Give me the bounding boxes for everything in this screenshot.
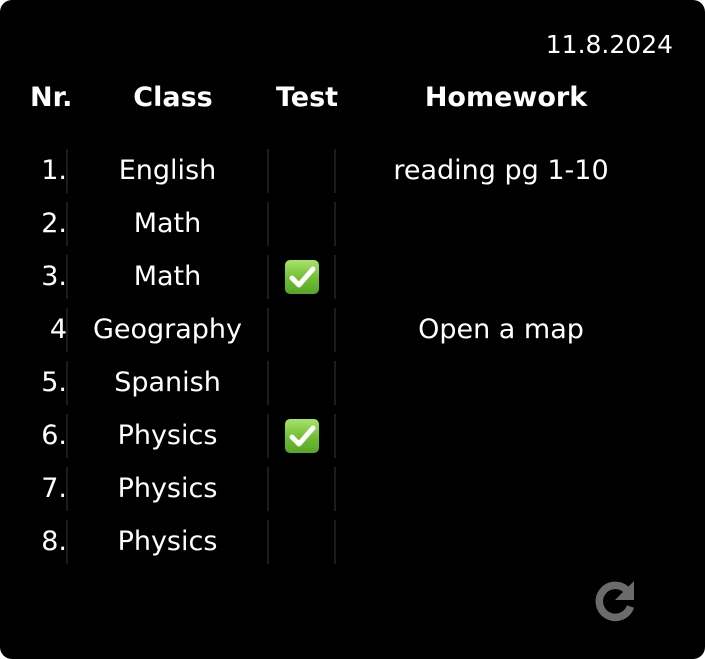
class-name: Math <box>133 208 202 239</box>
homework-text <box>336 522 666 562</box>
row-number: 7. <box>41 473 67 504</box>
timetable-rows: 1. English reading pg 1-10 2. Math 3. Ma… <box>0 145 705 569</box>
homework-text: reading pg 1-10 <box>393 155 609 186</box>
test-cell[interactable] <box>268 363 335 403</box>
column-header-test: Test <box>275 82 339 113</box>
check-mark-icon <box>284 260 319 294</box>
check-mark-icon <box>284 419 319 453</box>
table-row[interactable]: 1. English reading pg 1-10 <box>0 145 705 198</box>
table-row[interactable]: 2. Math <box>0 198 705 251</box>
homework-text <box>336 204 666 244</box>
homework-text <box>336 363 666 403</box>
test-cell[interactable] <box>268 469 335 509</box>
row-number: 1. <box>41 155 67 186</box>
test-cell[interactable] <box>268 522 335 562</box>
column-header-class: Class <box>133 82 213 113</box>
timetable-widget: 11.8.2024 Nr. Class Test Homework 1. Eng… <box>0 0 705 659</box>
class-name: English <box>118 155 217 186</box>
row-number: 8. <box>41 526 67 557</box>
class-name: Physics <box>117 420 218 451</box>
row-number: 4 <box>49 314 67 345</box>
table-row[interactable]: 8. Physics <box>0 516 705 569</box>
column-header-homework: Homework <box>424 82 588 113</box>
row-number: 6. <box>41 420 67 451</box>
row-number: 3. <box>41 261 67 292</box>
class-name: Physics <box>117 473 218 504</box>
test-cell[interactable] <box>268 204 335 244</box>
column-header-nr: Nr. <box>30 82 73 113</box>
date-label: 11.8.2024 <box>545 30 673 59</box>
homework-text <box>336 257 666 297</box>
row-number: 2. <box>41 208 67 239</box>
table-row[interactable]: 3. Math <box>0 251 705 304</box>
test-cell[interactable] <box>268 416 335 456</box>
table-row[interactable]: 7. Physics <box>0 463 705 516</box>
homework-text <box>336 469 666 509</box>
homework-text <box>336 416 666 456</box>
row-number: 5. <box>41 367 67 398</box>
test-cell[interactable] <box>268 151 335 191</box>
class-name: Math <box>133 261 202 292</box>
class-name: Spanish <box>114 367 221 398</box>
test-cell[interactable] <box>268 257 335 297</box>
class-name: Geography <box>92 314 243 345</box>
refresh-icon[interactable] <box>588 574 644 630</box>
test-cell[interactable] <box>268 310 335 350</box>
class-name: Physics <box>117 526 218 557</box>
table-row[interactable]: 6. Physics <box>0 410 705 463</box>
table-row[interactable]: 5. Spanish <box>0 357 705 410</box>
homework-text: Open a map <box>418 314 584 345</box>
table-row[interactable]: 4 Geography Open a map <box>0 304 705 357</box>
